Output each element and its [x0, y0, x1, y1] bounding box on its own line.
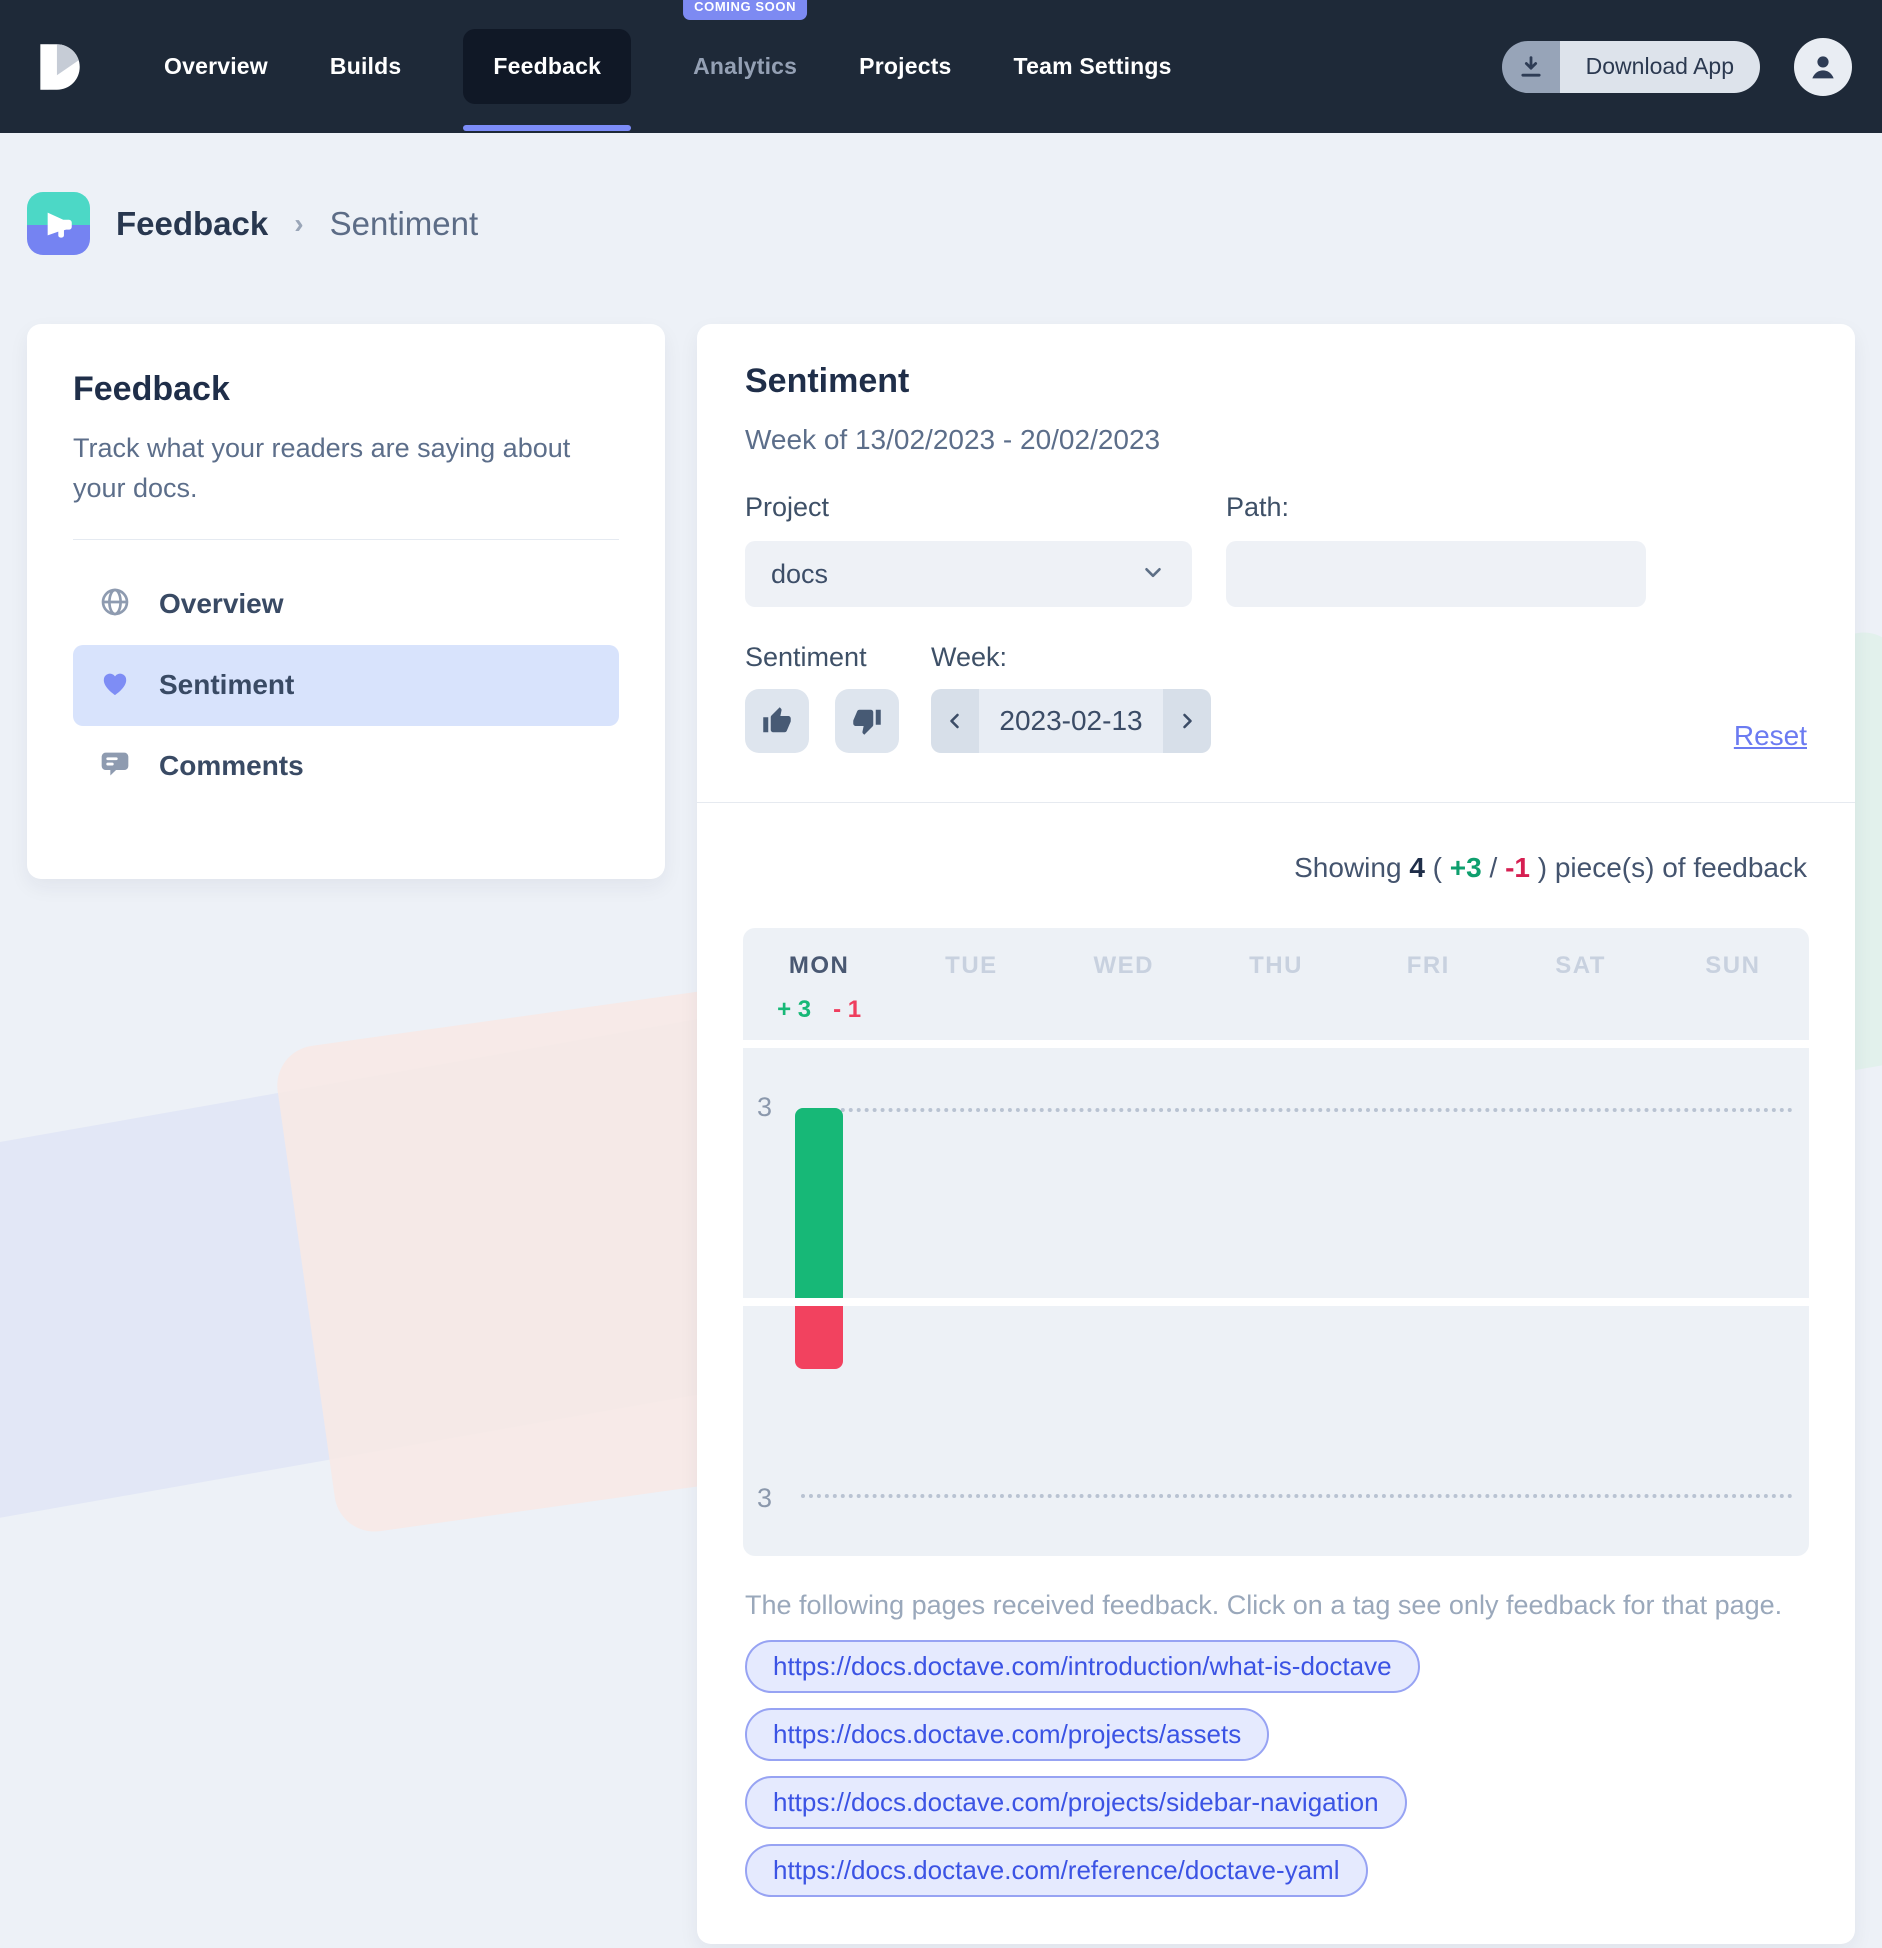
day-row: MON TUE WED THU FRI SAT SUN: [743, 952, 1809, 980]
sidebar-title: Feedback: [73, 370, 619, 409]
sentiment-toggle-group: [745, 689, 899, 753]
week-value[interactable]: 2023-02-13: [979, 689, 1163, 753]
feedback-sidebar-card: Feedback Track what your readers are say…: [27, 324, 665, 879]
sidebar-item-overview-label: Overview: [159, 588, 284, 620]
nav-item-analytics[interactable]: COMING SOON Analytics: [693, 53, 797, 80]
day-label-sun: SUN: [1657, 952, 1809, 980]
comment-icon: [99, 748, 131, 785]
nav-item-team-settings[interactable]: Team Settings: [1014, 53, 1172, 80]
chart-negative-area: 3: [743, 1306, 1809, 1556]
day-label-sat: SAT: [1504, 952, 1656, 980]
nav-item-builds[interactable]: Builds: [330, 53, 401, 80]
coming-soon-badge: COMING SOON: [683, 0, 807, 20]
gridline-minus3: [801, 1494, 1793, 1498]
panel-title: Sentiment: [745, 362, 909, 401]
y-axis-label-top: 3: [757, 1092, 772, 1123]
project-select-value: docs: [771, 559, 1140, 590]
summary-positive: +3: [1450, 852, 1482, 883]
pages-helper-text: The following pages received feedback. C…: [745, 1590, 1782, 1621]
project-filter: Project docs: [745, 492, 1192, 607]
chart-positive-area: 3: [743, 1048, 1809, 1298]
download-app-button[interactable]: Download App: [1502, 41, 1760, 93]
week-filter: Week: 2023-02-13: [931, 642, 1211, 753]
sentiment-filter: Sentiment: [745, 642, 899, 753]
summary-showing: Showing: [1294, 852, 1401, 883]
breadcrumb-page: Sentiment: [330, 205, 479, 243]
sidebar-item-comments[interactable]: Comments: [73, 726, 619, 807]
page-tag[interactable]: https://docs.doctave.com/projects/assets: [745, 1708, 1269, 1761]
sidebar-item-comments-label: Comments: [159, 750, 304, 782]
summary-divider: /: [1490, 852, 1498, 883]
day-annotation-row: + 3 - 1: [743, 996, 1809, 1024]
nav-item-analytics-label: Analytics: [693, 53, 797, 79]
doctave-logo-icon[interactable]: [30, 38, 88, 96]
sidebar-item-overview[interactable]: Overview: [73, 564, 619, 645]
project-select[interactable]: docs: [745, 541, 1192, 607]
thumbs-up-button[interactable]: [745, 689, 809, 753]
summary-negative: -1: [1505, 852, 1530, 883]
feedback-megaphone-icon: [27, 192, 90, 255]
chart-day-header: MON TUE WED THU FRI SAT SUN + 3 - 1: [743, 928, 1809, 1040]
week-stepper: 2023-02-13: [931, 689, 1211, 753]
heart-icon: [99, 667, 131, 704]
sentiment-panel-card: Sentiment Week of 13/02/2023 - 20/02/202…: [697, 324, 1855, 1944]
download-app-label: Download App: [1560, 41, 1760, 93]
next-week-button[interactable]: [1163, 689, 1211, 753]
day-label-thu: THU: [1200, 952, 1352, 980]
panel-week-range: Week of 13/02/2023 - 20/02/2023: [745, 424, 1160, 456]
y-axis-label-bottom: 3: [757, 1483, 772, 1514]
path-filter: Path:: [1226, 492, 1646, 607]
monday-positive-count: + 3: [777, 996, 811, 1024]
globe-icon: [99, 586, 131, 623]
page-tag[interactable]: https://docs.doctave.com/reference/docta…: [745, 1844, 1368, 1897]
feedback-summary: Showing 4 ( +3 / -1 ) piece(s) of feedba…: [1294, 852, 1807, 884]
nav-item-feedback[interactable]: Feedback: [463, 29, 631, 104]
breadcrumb-separator-icon: ›: [294, 208, 303, 240]
page-tag-list: https://docs.doctave.com/introduction/wh…: [745, 1640, 1420, 1897]
page: Overview Builds Feedback COMING SOON Ana…: [0, 0, 1882, 1948]
breadcrumb: Feedback › Sentiment: [27, 192, 478, 255]
path-input[interactable]: [1226, 541, 1646, 607]
user-avatar[interactable]: [1794, 38, 1852, 96]
positive-bar-monday[interactable]: [795, 1108, 843, 1298]
sidebar-description: Track what your readers are saying about…: [73, 429, 619, 509]
nav-item-overview[interactable]: Overview: [164, 53, 268, 80]
download-icon: [1502, 41, 1560, 93]
sentiment-week-chart: MON TUE WED THU FRI SAT SUN + 3 - 1: [743, 928, 1809, 1556]
summary-close: ) piece(s) of feedback: [1538, 852, 1807, 883]
day-label-mon: MON: [743, 952, 895, 980]
breadcrumb-section[interactable]: Feedback: [116, 205, 268, 243]
page-tag[interactable]: https://docs.doctave.com/introduction/wh…: [745, 1640, 1420, 1693]
day-label-wed: WED: [1048, 952, 1200, 980]
sentiment-label: Sentiment: [745, 642, 899, 673]
sidebar-item-sentiment-label: Sentiment: [159, 669, 294, 701]
negative-bar-monday[interactable]: [795, 1306, 843, 1369]
day-label-tue: TUE: [895, 952, 1047, 980]
page-tag[interactable]: https://docs.doctave.com/projects/sideba…: [745, 1776, 1407, 1829]
project-label: Project: [745, 492, 1192, 523]
sidebar-divider: [73, 539, 619, 540]
previous-week-button[interactable]: [931, 689, 979, 753]
thumbs-down-button[interactable]: [835, 689, 899, 753]
monday-negative-count: - 1: [833, 996, 861, 1024]
path-label: Path:: [1226, 492, 1646, 523]
sidebar-item-sentiment[interactable]: Sentiment: [73, 645, 619, 726]
reset-link[interactable]: Reset: [1734, 720, 1807, 752]
panel-divider: [697, 802, 1855, 803]
gridline-plus3: [801, 1108, 1793, 1112]
summary-open-paren: (: [1433, 852, 1442, 883]
nav-right-cluster: Download App: [1502, 38, 1852, 96]
day-label-fri: FRI: [1352, 952, 1504, 980]
summary-total: 4: [1409, 852, 1425, 883]
top-navigation-bar: Overview Builds Feedback COMING SOON Ana…: [0, 0, 1882, 133]
monday-counts: + 3 - 1: [743, 996, 895, 1024]
nav-links: Overview Builds Feedback COMING SOON Ana…: [164, 29, 1172, 104]
week-label: Week:: [931, 642, 1211, 673]
nav-item-projects[interactable]: Projects: [859, 53, 951, 80]
chevron-down-icon: [1140, 559, 1166, 590]
